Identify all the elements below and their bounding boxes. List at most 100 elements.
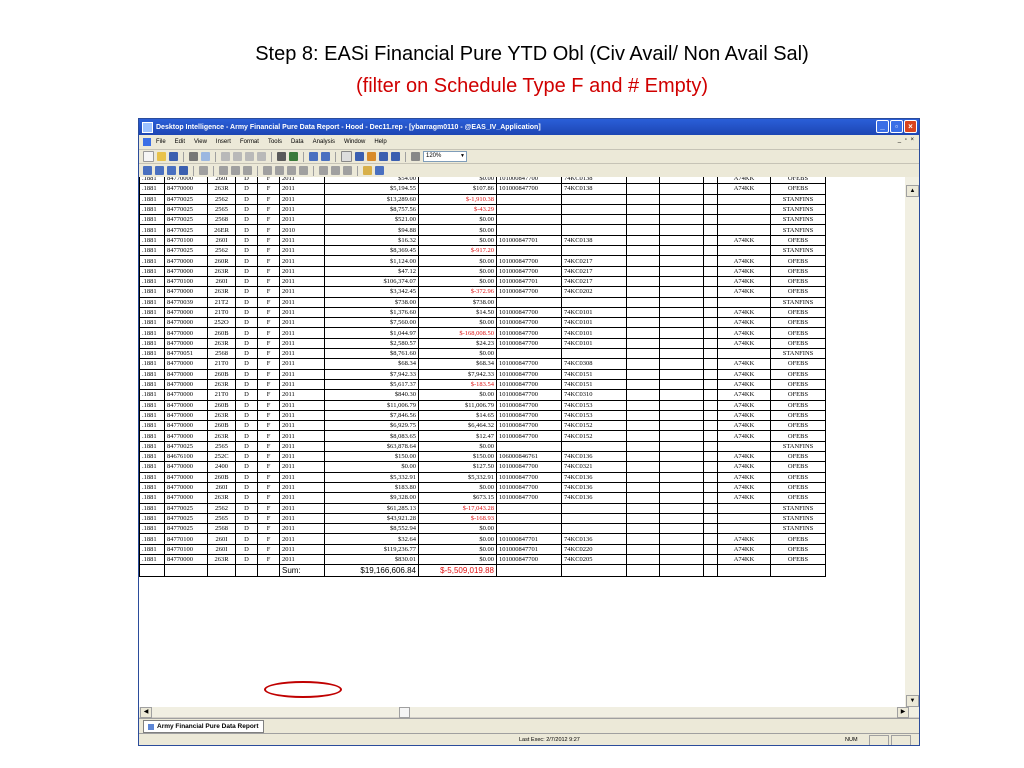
empty-cell[interactable] bbox=[659, 193, 704, 205]
row-id-cell[interactable]: .1881 bbox=[139, 451, 165, 463]
system-cell[interactable]: OFEBS bbox=[770, 368, 826, 380]
row-id-cell[interactable]: .1881 bbox=[139, 389, 165, 401]
calculation-icon[interactable] bbox=[275, 166, 284, 175]
type-cell[interactable]: D bbox=[235, 203, 258, 216]
obligation-cell[interactable]: $0.00 bbox=[418, 224, 497, 236]
obligation-cell[interactable]: $-43.29 bbox=[418, 203, 497, 216]
wbs-cell[interactable]: 101000847700 bbox=[496, 481, 562, 494]
unit-cell[interactable] bbox=[717, 523, 771, 535]
wbs-cell[interactable]: 101000847700 bbox=[496, 306, 562, 319]
amount-cell[interactable]: $43,921.28 bbox=[324, 512, 419, 525]
job-order-cell[interactable] bbox=[561, 502, 627, 514]
menu-analysis[interactable]: Analysis bbox=[313, 139, 335, 145]
empty-cell[interactable] bbox=[626, 177, 660, 185]
unit-cell[interactable]: A74KK bbox=[717, 471, 771, 483]
schedule-type-cell[interactable]: F bbox=[257, 296, 280, 308]
row-id-cell[interactable]: .1881 bbox=[139, 255, 165, 267]
empty-cell[interactable] bbox=[659, 492, 704, 504]
object-class-cell[interactable]: 2568 bbox=[207, 214, 236, 226]
job-order-cell[interactable]: 74KC0138 bbox=[561, 183, 627, 195]
system-cell[interactable]: OFEBS bbox=[770, 420, 826, 432]
fund-center-cell[interactable]: 84770000 bbox=[164, 317, 208, 329]
unit-cell[interactable]: A74KK bbox=[717, 461, 771, 473]
row-id-cell[interactable]: .1881 bbox=[139, 481, 165, 494]
empty-cell[interactable] bbox=[626, 420, 660, 432]
schedule-type-cell[interactable]: F bbox=[257, 471, 280, 483]
empty-cell[interactable] bbox=[626, 533, 660, 545]
job-order-cell[interactable] bbox=[561, 512, 627, 525]
fiscal-year-cell[interactable]: 2011 bbox=[279, 327, 325, 339]
type-cell[interactable]: D bbox=[235, 214, 258, 226]
object-class-cell[interactable]: 26ER bbox=[207, 224, 236, 236]
object-class-cell[interactable]: 2565 bbox=[207, 440, 236, 453]
empty-cell[interactable] bbox=[703, 399, 718, 411]
amount-cell[interactable]: $63,878.64 bbox=[324, 440, 419, 453]
schedule-type-cell[interactable]: F bbox=[257, 193, 280, 205]
unit-cell[interactable] bbox=[717, 203, 771, 216]
zoom-icon[interactable] bbox=[411, 152, 420, 161]
job-order-cell[interactable]: 74KC0136 bbox=[561, 451, 627, 463]
fiscal-year-cell[interactable]: 2011 bbox=[279, 409, 325, 422]
amount-cell[interactable]: $738.00 bbox=[324, 296, 419, 308]
chart-icon[interactable] bbox=[391, 152, 400, 161]
fiscal-year-cell[interactable]: 2011 bbox=[279, 523, 325, 535]
object-class-cell[interactable]: 260I bbox=[207, 177, 236, 185]
fund-center-cell[interactable]: 84770000 bbox=[164, 399, 208, 411]
amount-cell[interactable]: $6,929.75 bbox=[324, 420, 419, 432]
job-order-cell[interactable] bbox=[561, 296, 627, 308]
fiscal-year-cell[interactable]: 2011 bbox=[279, 543, 325, 555]
empty-cell[interactable] bbox=[659, 523, 704, 535]
object-class-cell[interactable]: 260I bbox=[207, 234, 236, 247]
fund-center-cell[interactable]: 84770000 bbox=[164, 461, 208, 473]
object-class-cell[interactable]: 263R bbox=[207, 430, 236, 442]
object-class-cell[interactable]: 263R bbox=[207, 492, 236, 504]
unit-cell[interactable]: A74KK bbox=[717, 306, 771, 319]
empty-cell[interactable] bbox=[626, 378, 660, 391]
fiscal-year-cell[interactable]: 2011 bbox=[279, 512, 325, 525]
system-cell[interactable]: OFEBS bbox=[770, 533, 826, 545]
fund-center-cell[interactable]: 84770000 bbox=[164, 430, 208, 442]
fiscal-year-cell[interactable]: 2011 bbox=[279, 440, 325, 453]
system-cell[interactable]: OFEBS bbox=[770, 492, 826, 504]
object-class-cell[interactable]: 2562 bbox=[207, 193, 236, 205]
obligation-cell[interactable]: $673.15 bbox=[418, 492, 497, 504]
amount-cell[interactable]: $9,328.00 bbox=[324, 492, 419, 504]
type-cell[interactable]: D bbox=[235, 553, 258, 566]
system-cell[interactable]: OFEBS bbox=[770, 481, 826, 494]
row-id-cell[interactable]: .1881 bbox=[139, 399, 165, 411]
fund-center-cell[interactable]: 84770000 bbox=[164, 378, 208, 391]
row-id-cell[interactable]: .1881 bbox=[139, 430, 165, 442]
empty-cell[interactable] bbox=[659, 337, 704, 350]
empty-cell[interactable] bbox=[659, 224, 704, 236]
restore-icon[interactable]: ▫ bbox=[890, 120, 903, 133]
object-class-cell[interactable]: 2565 bbox=[207, 203, 236, 216]
object-class-cell[interactable]: 2400 bbox=[207, 461, 236, 473]
type-cell[interactable]: D bbox=[235, 481, 258, 494]
empty-cell[interactable] bbox=[703, 471, 718, 483]
amount-cell[interactable]: $1,124.00 bbox=[324, 255, 419, 267]
empty-cell[interactable] bbox=[561, 564, 627, 578]
empty-cell[interactable] bbox=[703, 564, 718, 578]
empty-cell[interactable] bbox=[659, 389, 704, 401]
fund-center-cell[interactable]: 84770100 bbox=[164, 234, 208, 247]
fund-center-cell[interactable]: 84770025 bbox=[164, 193, 208, 205]
row-id-cell[interactable]: .1881 bbox=[139, 512, 165, 525]
amount-cell[interactable]: $119,236.77 bbox=[324, 543, 419, 555]
system-cell[interactable]: STANFINS bbox=[770, 523, 826, 535]
wbs-cell[interactable] bbox=[496, 203, 562, 216]
job-order-cell[interactable]: 74KC0136 bbox=[561, 471, 627, 483]
empty-cell[interactable] bbox=[770, 564, 826, 578]
schedule-type-cell[interactable]: F bbox=[257, 543, 280, 555]
wbs-cell[interactable]: 101000847701 bbox=[496, 234, 562, 247]
fiscal-year-cell[interactable]: 2011 bbox=[279, 317, 325, 329]
minimize-icon[interactable]: _ bbox=[876, 120, 889, 133]
row-id-cell[interactable]: .1881 bbox=[139, 471, 165, 483]
system-cell[interactable]: OFEBS bbox=[770, 358, 826, 370]
fund-center-cell[interactable]: 84770025 bbox=[164, 440, 208, 453]
break-icon[interactable] bbox=[219, 166, 228, 175]
fund-center-cell[interactable]: 84770051 bbox=[164, 348, 208, 360]
schedule-type-cell[interactable]: F bbox=[257, 177, 280, 185]
wbs-cell[interactable]: 101000847700 bbox=[496, 368, 562, 380]
redo-icon[interactable] bbox=[321, 152, 330, 161]
type-cell[interactable]: D bbox=[235, 337, 258, 350]
